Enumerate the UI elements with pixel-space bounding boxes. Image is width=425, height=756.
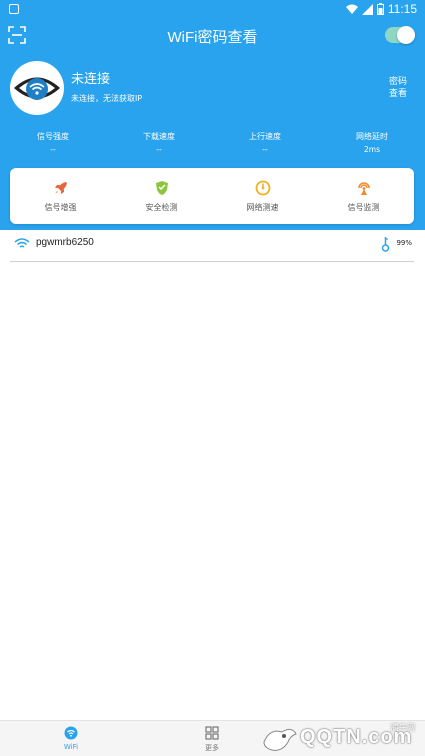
eye-wifi-logo-icon bbox=[14, 77, 60, 100]
tool-security-check[interactable]: 安全检测 bbox=[111, 168, 212, 224]
stat-value: 2ms bbox=[364, 145, 380, 154]
watermark-logo-icon bbox=[263, 728, 297, 751]
wifi-signal-percent: 99% bbox=[396, 239, 412, 247]
stat-label: 上行速度 bbox=[249, 132, 281, 141]
tool-label: 信号增强 bbox=[44, 203, 77, 212]
app-logo bbox=[10, 61, 64, 115]
tool-label: 网络测速 bbox=[246, 203, 279, 212]
cell-signal-icon bbox=[361, 3, 373, 15]
tool-signal-boost[interactable]: 信号增强 bbox=[10, 168, 111, 224]
view-password-line2: 查看 bbox=[388, 89, 407, 99]
network-stats: 信号强度 -- 下载速度 -- 上行速度 -- 网络延时 2ms bbox=[0, 131, 425, 159]
stat-value: -- bbox=[156, 145, 162, 154]
stat-label: 网络延时 bbox=[356, 132, 388, 141]
nav-label: WiFi bbox=[63, 743, 79, 751]
stat-value: -- bbox=[262, 145, 268, 154]
app-title: WiFi密码查看 bbox=[167, 29, 258, 46]
stat-download-speed: 下载速度 -- bbox=[119, 131, 199, 154]
rocket-icon bbox=[55, 182, 67, 194]
nav-tab-wifi[interactable]: WiFi bbox=[51, 721, 91, 756]
grid-icon bbox=[205, 726, 219, 740]
status-bar: 11:15 bbox=[0, 0, 425, 18]
title-bar: WiFi密码查看 bbox=[0, 18, 425, 54]
watermark: 腾牛网 QQTN.com bbox=[258, 722, 425, 756]
wifi-ssid: pgwmrb6250 bbox=[36, 237, 94, 248]
speedometer-icon bbox=[255, 180, 271, 196]
wifi-network-row[interactable]: pgwmrb6250 99% bbox=[10, 233, 414, 262]
toggle-knob bbox=[397, 26, 415, 44]
wifi-toggle[interactable] bbox=[385, 26, 415, 44]
wifi-status-icon bbox=[345, 4, 358, 14]
nav-tab-more[interactable]: 更多 bbox=[192, 721, 232, 756]
tools-card: 信号增强 安全检测 网络测速 信号监测 bbox=[10, 168, 414, 224]
shield-icon bbox=[156, 181, 168, 195]
stat-upload-speed: 上行速度 -- bbox=[225, 131, 305, 154]
tool-speed-test[interactable]: 网络测速 bbox=[212, 168, 313, 224]
stat-signal-strength: 信号强度 -- bbox=[13, 131, 93, 154]
wifi-tab-icon bbox=[64, 726, 78, 740]
battery-icon bbox=[376, 3, 384, 15]
nav-label: 更多 bbox=[205, 744, 219, 752]
tool-label: 信号监测 bbox=[347, 203, 380, 212]
wifi-icon bbox=[14, 238, 30, 248]
status-time: 11:15 bbox=[387, 2, 417, 16]
view-password-line1: 密码 bbox=[388, 77, 407, 87]
stat-label: 下载速度 bbox=[143, 132, 175, 141]
view-password-button[interactable]: 密码 查看 bbox=[387, 76, 409, 100]
stat-latency: 网络延时 2ms bbox=[332, 131, 412, 154]
stat-label: 信号强度 bbox=[37, 132, 69, 141]
watermark-text: QQTN.com bbox=[300, 726, 413, 748]
notification-icon bbox=[9, 4, 19, 14]
connection-status-title: 未连接 bbox=[71, 72, 111, 87]
tool-label: 安全检测 bbox=[145, 203, 178, 212]
connection-status-subtitle: 未连接，无法获取IP bbox=[71, 94, 143, 103]
status-icons: 11:15 bbox=[345, 2, 417, 16]
signal-monitor-icon bbox=[358, 182, 370, 195]
stat-value: -- bbox=[50, 145, 56, 154]
key-icon bbox=[381, 237, 390, 252]
tool-signal-monitor[interactable]: 信号监测 bbox=[313, 168, 414, 224]
